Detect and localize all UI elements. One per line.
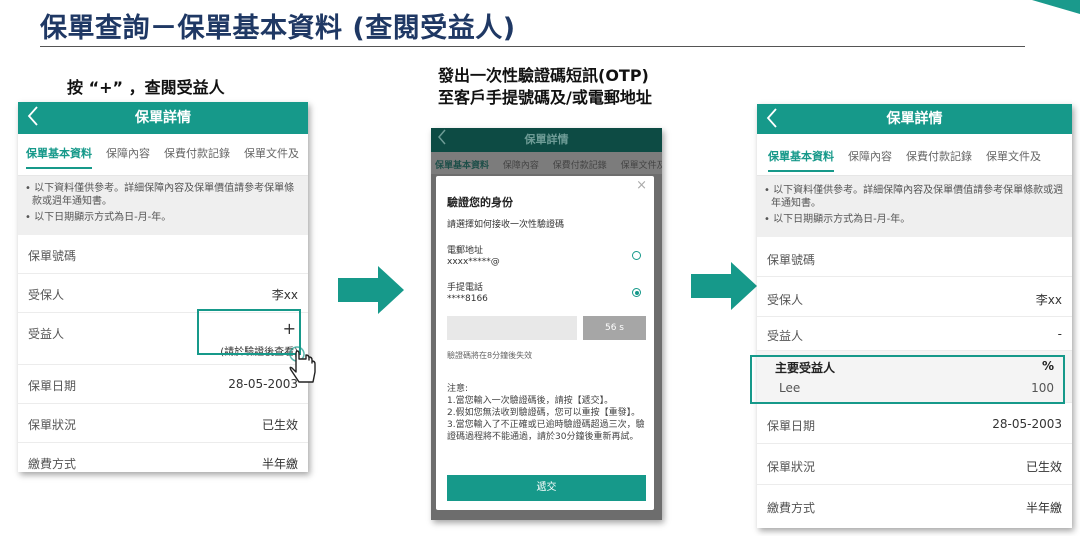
tab-payment-record[interactable]: 保費付款記錄 <box>906 148 972 170</box>
tab-coverage[interactable]: 保障內容 <box>848 148 892 170</box>
tab-basic-info: 保單基本資料 <box>435 161 490 171</box>
otp-notice: 注意: 1.當您輸入一次驗證碼後，請按【遞交】。 2.假如您無法收到驗證碼，您可… <box>447 384 645 442</box>
field-label: 受保人 <box>767 293 804 307</box>
field-label: 保單狀況 <box>767 460 816 474</box>
resend-button[interactable]: 56 s <box>583 316 646 340</box>
otp-title: 驗證您的身份 <box>447 196 513 209</box>
phone-screen-otp: 保單詳情 保單基本資料 保障內容 保費付款記錄 保單文件及 × 驗證您的身份 請… <box>431 128 662 520</box>
field-label: 保單狀況 <box>28 418 77 432</box>
row-insured: 受保人 李xx <box>18 274 308 313</box>
phone-radio[interactable] <box>632 288 641 297</box>
field-value: - <box>1057 327 1062 341</box>
row-policy-date: 保單日期 28-05-2003 <box>757 403 1072 444</box>
phone-screen-result: 保單詳情 保單基本資料 保障內容 保費付款記錄 保單文件及 • 以下資料僅供參考… <box>757 104 1072 528</box>
field-value: 半年繳 <box>261 457 298 471</box>
tab-documents[interactable]: 保單文件及 <box>986 148 1041 170</box>
beneficiary-table-highlight-box <box>750 355 1065 404</box>
email-option-label: 電郵地址 <box>447 246 484 256</box>
phone-option-value: ****8166 <box>447 294 488 304</box>
field-value: 李xx <box>271 288 298 302</box>
arrow-right-icon <box>338 266 404 314</box>
hand-pointer-icon <box>287 344 323 388</box>
step2-caption-line1: 發出一次性驗證碼短訊(OTP) <box>438 66 649 85</box>
row-policy-number: 保單號碼 <box>757 237 1072 277</box>
field-value: 李xx <box>1035 293 1062 307</box>
note-item: • 以下日期顯示方式為日-月-年。 <box>25 212 172 223</box>
field-value: 半年繳 <box>1025 501 1062 515</box>
row-beneficiary: 受益人 - <box>757 317 1072 351</box>
otp-expiry-text: 驗證碼將在8分鐘後失效 <box>447 351 533 360</box>
field-label: 受保人 <box>28 288 65 302</box>
note-item: • 以下資料僅供參考。詳細保障內容及保單價值請參考保單條款或週年通知書。 <box>764 185 1064 209</box>
tab-bar: 保單基本資料 保障內容 保費付款記錄 保單文件及 <box>757 134 1072 176</box>
row-policy-date: 保單日期 28-05-2003 <box>18 365 308 404</box>
tab-documents: 保單文件及 <box>620 161 662 171</box>
phone-screen-step1: 保單詳情 保單基本資料 保障內容 保費付款記錄 保單文件及 • 以下資料僅供參考… <box>18 102 308 472</box>
tab-coverage[interactable]: 保障內容 <box>106 145 150 167</box>
tab-coverage: 保障內容 <box>502 161 539 171</box>
tab-documents[interactable]: 保單文件及 <box>244 145 299 167</box>
otp-code-input[interactable] <box>447 316 577 340</box>
tab-basic-info[interactable]: 保單基本資料 <box>768 148 834 172</box>
row-insured: 受保人 李xx <box>757 277 1072 317</box>
note-item: • 以下日期顯示方式為日-月-年。 <box>764 214 911 225</box>
notes-box: • 以下資料僅供參考。詳細保障內容及保單價值請參考保單條款或週年通知書。 • 以… <box>757 176 1072 237</box>
page-title: 保單查詢－保單基本資料 (查閱受益人) <box>40 13 516 44</box>
notes-box: • 以下資料僅供參考。詳細保障內容及保單價值請參考保單條款或週年通知書。 • 以… <box>18 176 308 235</box>
close-icon[interactable]: × <box>636 178 647 193</box>
field-label: 保單日期 <box>767 419 816 433</box>
step2-caption-line2: 至客戶手提號碼及/或電郵地址 <box>438 88 652 107</box>
row-policy-status: 保單狀況 已生效 <box>18 404 308 443</box>
app-header-title: 保單詳情 <box>886 111 943 127</box>
dimmed-tab-bar: 保單基本資料 保障內容 保費付款記錄 保單文件及 <box>431 152 662 174</box>
app-header: 保單詳情 <box>757 104 1072 134</box>
corner-accent <box>1032 0 1080 14</box>
otp-dialog: × 驗證您的身份 請選擇如何接收一次性驗證碼 電郵地址 xxxx*****@ 手… <box>436 176 654 510</box>
arrow-right-icon <box>691 262 757 310</box>
field-value: 已生效 <box>1025 460 1062 474</box>
field-value: 28-05-2003 <box>992 417 1062 431</box>
field-label: 繳費方式 <box>767 501 816 515</box>
app-header: 保單詳情 <box>18 102 308 134</box>
email-radio[interactable] <box>632 251 641 260</box>
email-option-value: xxxx*****@ <box>447 257 500 267</box>
row-payment-mode: 繳費方式 半年繳 <box>18 443 308 472</box>
field-label: 保單號碼 <box>767 253 816 267</box>
field-label: 受益人 <box>28 327 65 341</box>
field-value: 已生效 <box>261 418 298 432</box>
app-header-title: 保單詳情 <box>524 133 569 146</box>
phone-option-label: 手提電話 <box>447 283 484 293</box>
tab-bar: 保單基本資料 保障內容 保費付款記錄 保單文件及 <box>18 134 308 176</box>
dimmed-app-header: 保單詳情 <box>431 128 662 152</box>
submit-button[interactable]: 遞交 <box>447 475 646 501</box>
field-label: 繳費方式 <box>28 457 77 471</box>
field-label: 保單日期 <box>28 379 77 393</box>
title-divider <box>40 46 1025 47</box>
tab-payment-record[interactable]: 保費付款記錄 <box>164 145 230 167</box>
field-label: 受益人 <box>767 329 804 343</box>
tab-payment-record: 保費付款記錄 <box>552 161 607 171</box>
step1-caption: 按 “+” ，查閱受益人 <box>67 78 225 97</box>
tab-basic-info[interactable]: 保單基本資料 <box>26 145 92 169</box>
otp-subtitle: 請選擇如何接收一次性驗證碼 <box>447 220 565 230</box>
row-policy-number: 保單號碼 <box>18 235 308 274</box>
row-payment-mode: 繳費方式 半年繳 <box>757 485 1072 526</box>
note-item: • 以下資料僅供參考。詳細保障內容及保單價值請參考保單條款或週年通知書。 <box>25 183 295 207</box>
row-policy-status: 保單狀況 已生效 <box>757 444 1072 485</box>
app-header-title: 保單詳情 <box>135 110 191 126</box>
beneficiary-highlight-box <box>197 309 301 355</box>
field-label: 保單號碼 <box>28 249 77 263</box>
